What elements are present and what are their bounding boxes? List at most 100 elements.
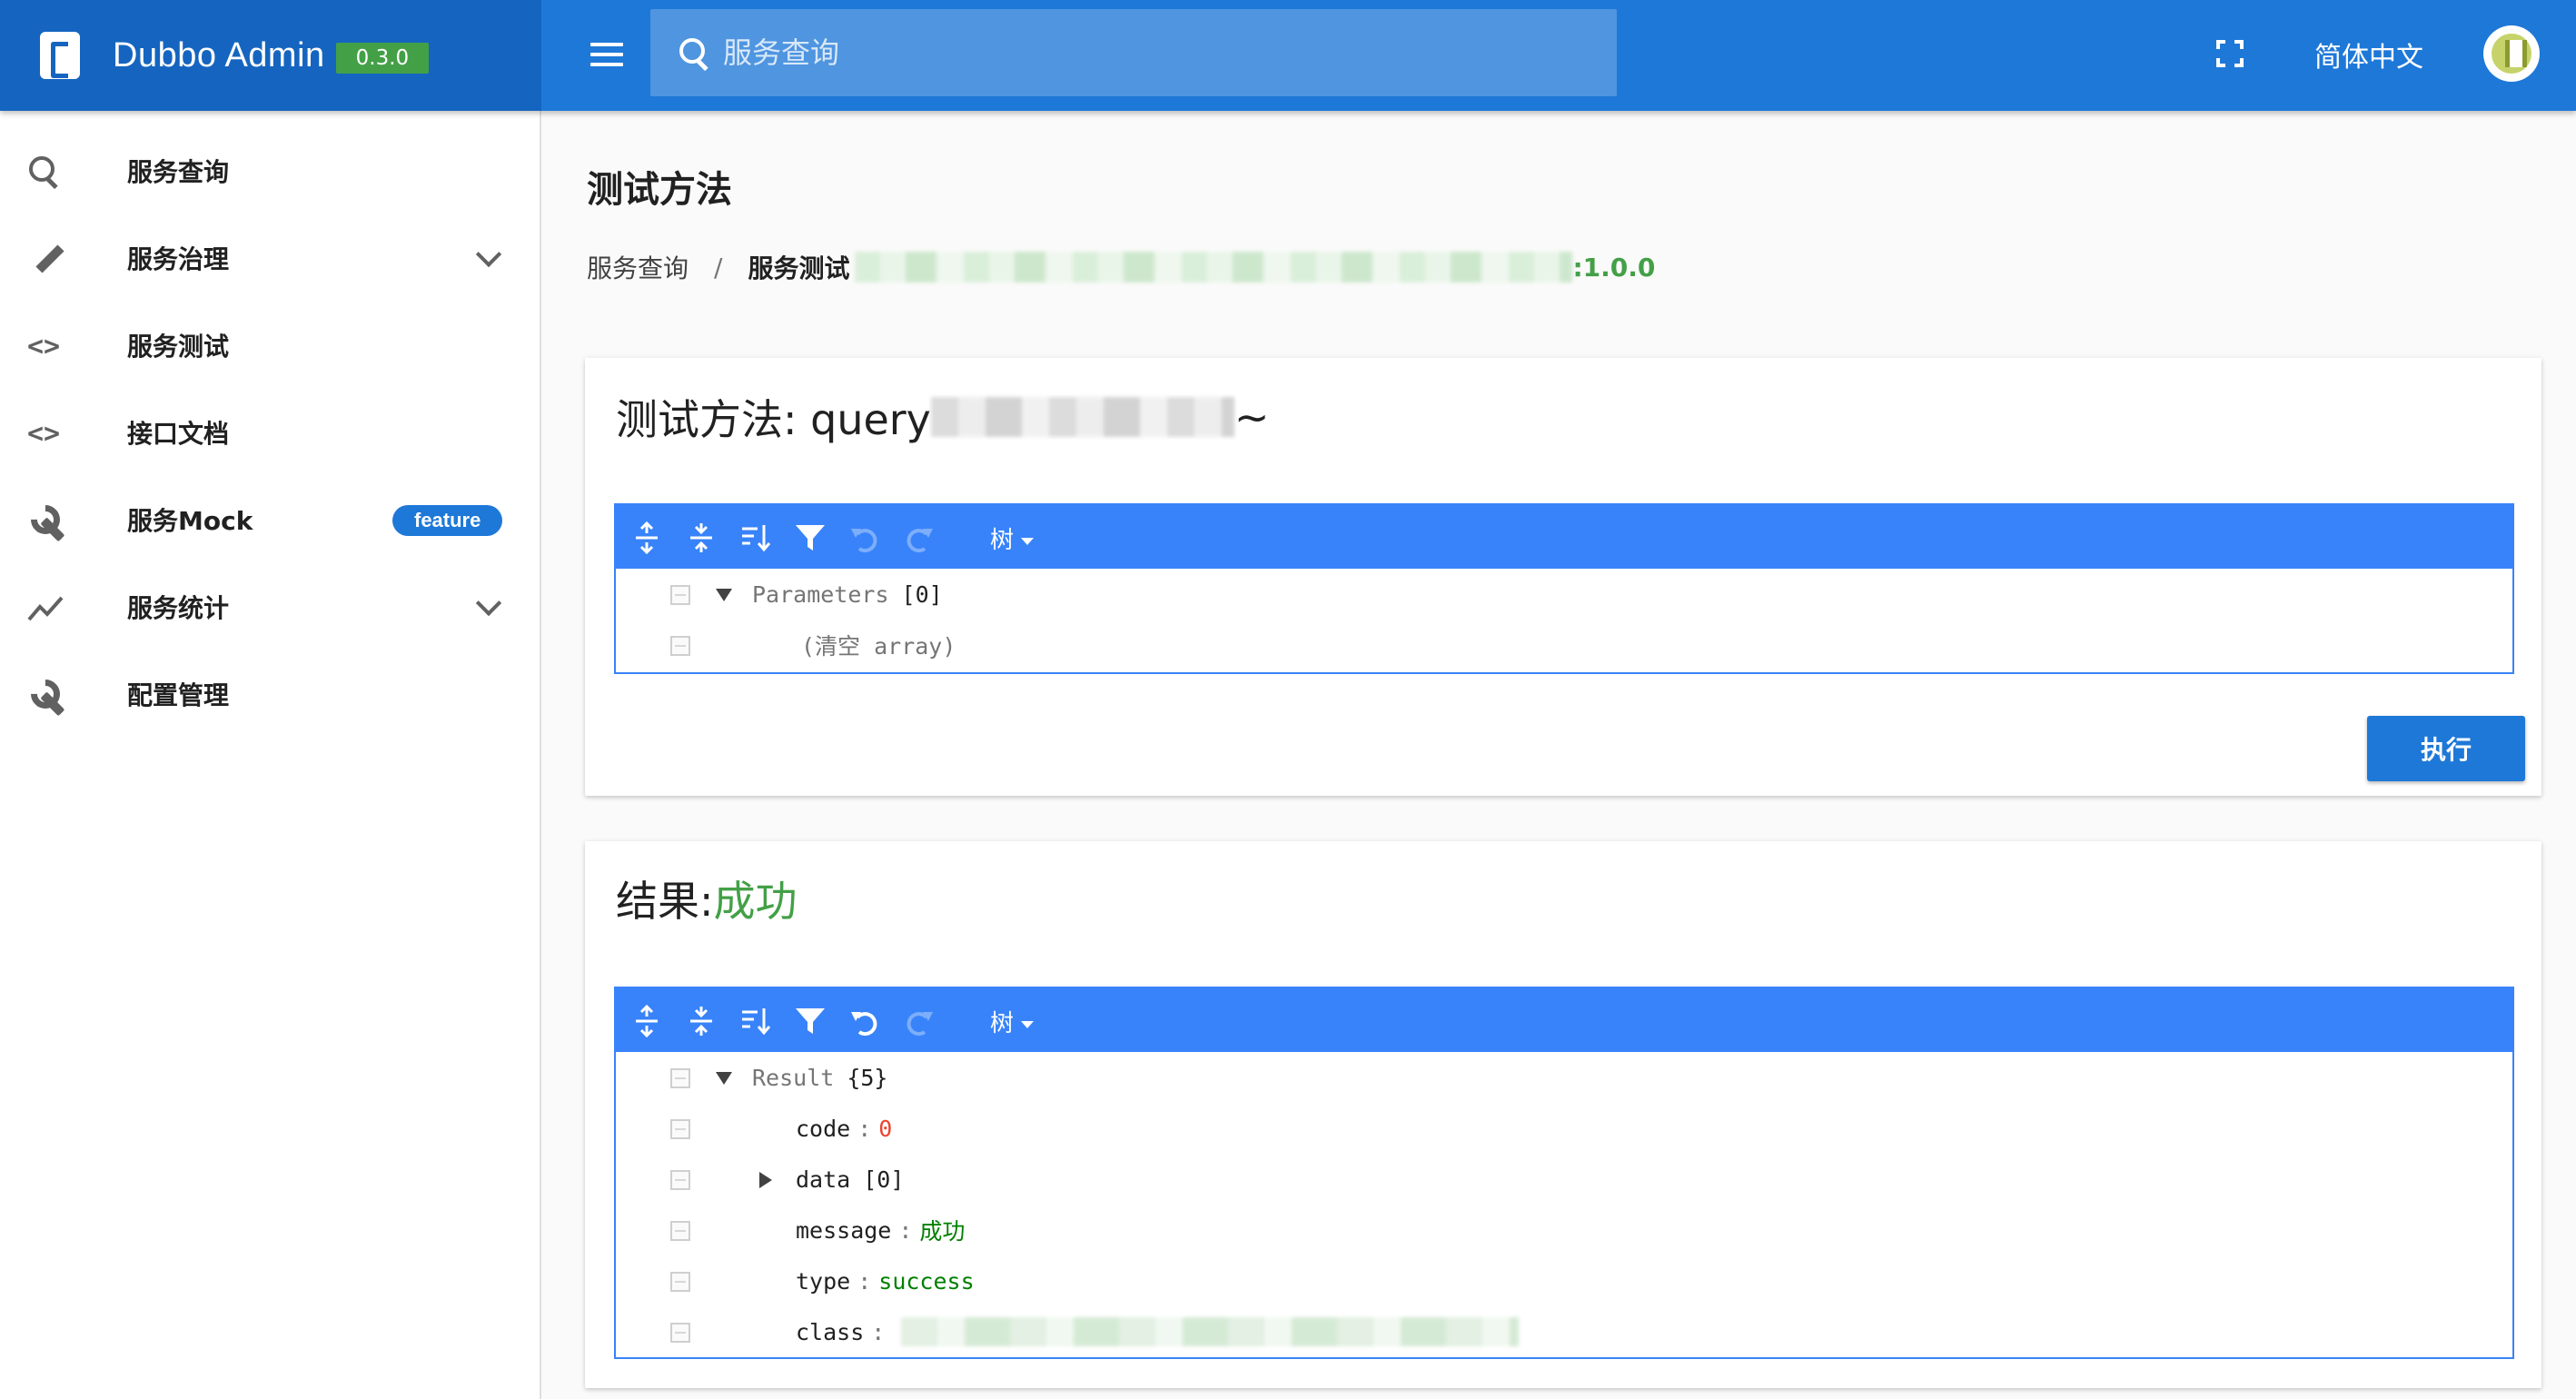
- sidebar: 服务查询 服务治理 <> 服务测试 <> 接口文档 服务Mock feature…: [0, 111, 541, 1399]
- tree-row[interactable]: Result {5}: [616, 1052, 2512, 1103]
- row-menu-icon[interactable]: [670, 1272, 690, 1292]
- test-method-card: 测试方法: query ~ 树 Parameters [0] (清空 array…: [585, 358, 2541, 796]
- sidebar-item-api-docs[interactable]: <> 接口文档: [0, 389, 540, 476]
- collapse-all-icon[interactable]: [685, 1005, 718, 1037]
- tree-row[interactable]: code : 0: [616, 1103, 2512, 1154]
- top-app-bar: Dubbo Admin 0.3.0 简体中文: [0, 0, 2576, 111]
- sort-icon[interactable]: [739, 1005, 772, 1037]
- undo-icon[interactable]: [848, 521, 881, 554]
- row-menu-icon[interactable]: [670, 636, 690, 656]
- sidebar-item-label: 服务治理: [127, 244, 230, 274]
- field-value[interactable]: success: [878, 1268, 974, 1295]
- expand-all-icon[interactable]: [630, 521, 663, 555]
- breadcrumb-version: :1.0.0: [1572, 252, 1656, 283]
- colon: :: [898, 1216, 913, 1244]
- breadcrumb-current: 服务测试: [748, 253, 850, 283]
- brand[interactable]: Dubbo Admin 0.3.0: [0, 0, 541, 111]
- field-key[interactable]: class: [796, 1319, 864, 1345]
- execute-button[interactable]: 执行: [2367, 716, 2525, 781]
- field-value[interactable]: 0: [878, 1116, 892, 1142]
- tree-row[interactable]: data [0]: [616, 1154, 2512, 1205]
- app-name: Dubbo Admin: [113, 35, 325, 74]
- search-icon: [678, 36, 710, 69]
- row-menu-icon[interactable]: [670, 1323, 690, 1343]
- sort-icon[interactable]: [739, 521, 772, 554]
- code-icon: <>: [27, 331, 61, 362]
- redo-icon[interactable]: [903, 1005, 936, 1037]
- sidebar-item-service-search[interactable]: 服务查询: [0, 127, 540, 214]
- language-selector[interactable]: 简体中文: [2314, 35, 2423, 74]
- trending-up-icon: [27, 590, 64, 627]
- search-bar[interactable]: [650, 9, 1617, 96]
- result-title-text: 结果:: [616, 877, 714, 926]
- sidebar-item-service-statistics[interactable]: 服务统计: [0, 563, 540, 650]
- breadcrumb: 服务查询 / 服务测试 :1.0.0: [587, 249, 1655, 285]
- expand-arrow-icon[interactable]: [716, 1072, 732, 1085]
- row-menu-icon[interactable]: [670, 1119, 690, 1139]
- expand-arrow-icon[interactable]: [716, 589, 732, 601]
- node-key[interactable]: Result: [752, 1065, 834, 1091]
- node-count: [0]: [863, 1166, 905, 1193]
- row-menu-icon[interactable]: [670, 1221, 690, 1241]
- wrench-icon: [27, 678, 64, 714]
- sidebar-item-service-governance[interactable]: 服务治理: [0, 214, 540, 302]
- field-key[interactable]: data: [796, 1166, 850, 1193]
- collapse-all-icon[interactable]: [685, 521, 718, 554]
- result-json-editor[interactable]: 树 Result {5} code : 0 data [0] message :…: [614, 987, 2514, 1359]
- empty-array-hint: (清空 array): [801, 633, 956, 660]
- editor-toolbar: 树: [616, 988, 2512, 1052]
- node-key[interactable]: Parameters: [752, 581, 889, 608]
- tree-row[interactable]: type : success: [616, 1255, 2512, 1306]
- redacted-service-name: [855, 252, 1573, 283]
- pencil-icon: [27, 242, 64, 278]
- result-title: 结果: 成功: [616, 868, 798, 928]
- search-icon: [27, 154, 64, 191]
- method-title-suffix: ~: [1234, 392, 1270, 442]
- view-mode-selector[interactable]: 树: [990, 521, 1034, 555]
- version-badge: 0.3.0: [335, 43, 430, 74]
- tree-row[interactable]: message : 成功: [616, 1205, 2512, 1255]
- expand-arrow-icon[interactable]: [759, 1172, 772, 1188]
- field-key[interactable]: type: [796, 1268, 850, 1295]
- result-status: 成功: [713, 877, 798, 926]
- view-mode-selector[interactable]: 树: [990, 1005, 1034, 1038]
- method-title-text: 测试方法: query: [616, 395, 931, 444]
- colon: :: [857, 1267, 872, 1295]
- sidebar-item-service-mock[interactable]: 服务Mock feature: [0, 476, 540, 563]
- chevron-down-icon[interactable]: [475, 241, 502, 268]
- redacted-method-name: [930, 397, 1234, 437]
- row-menu-icon[interactable]: [670, 585, 690, 605]
- expand-all-icon[interactable]: [630, 1004, 663, 1038]
- tree-row[interactable]: (清空 array): [616, 620, 2512, 670]
- avatar[interactable]: [2483, 25, 2540, 82]
- parameters-json-editor[interactable]: 树 Parameters [0] (清空 array): [614, 503, 2514, 674]
- fullscreen-icon[interactable]: [2216, 40, 2244, 67]
- sidebar-item-label: 服务测试: [127, 332, 230, 362]
- wrench-icon: [27, 503, 64, 540]
- sidebar-item-label: 服务查询: [127, 157, 230, 187]
- redo-icon[interactable]: [903, 521, 936, 554]
- search-input[interactable]: [723, 35, 1541, 70]
- sidebar-item-label: 服务统计: [127, 593, 230, 623]
- field-value[interactable]: 成功: [919, 1214, 965, 1246]
- sidebar-item-label: 服务Mock: [127, 506, 253, 536]
- undo-icon[interactable]: [848, 1005, 881, 1037]
- row-menu-icon[interactable]: [670, 1170, 690, 1190]
- breadcrumb-root-link[interactable]: 服务查询: [587, 249, 689, 285]
- tree-row[interactable]: class :: [616, 1306, 2512, 1357]
- method-title: 测试方法: query ~: [616, 387, 1269, 447]
- field-key[interactable]: message: [796, 1217, 891, 1244]
- dubbo-logo-icon: [40, 32, 80, 79]
- tree-row[interactable]: Parameters [0]: [616, 569, 2512, 620]
- row-menu-icon[interactable]: [670, 1068, 690, 1088]
- menu-icon[interactable]: [587, 37, 627, 74]
- field-key[interactable]: code: [796, 1116, 850, 1142]
- filter-icon[interactable]: [794, 1005, 827, 1037]
- chevron-down-icon[interactable]: [475, 590, 502, 617]
- sidebar-item-label: 配置管理: [127, 680, 230, 710]
- sidebar-item-label: 接口文档: [127, 419, 230, 449]
- sidebar-item-config-management[interactable]: 配置管理: [0, 650, 540, 738]
- colon: :: [857, 1115, 872, 1142]
- sidebar-item-service-test[interactable]: <> 服务测试: [0, 302, 540, 389]
- filter-icon[interactable]: [794, 521, 827, 554]
